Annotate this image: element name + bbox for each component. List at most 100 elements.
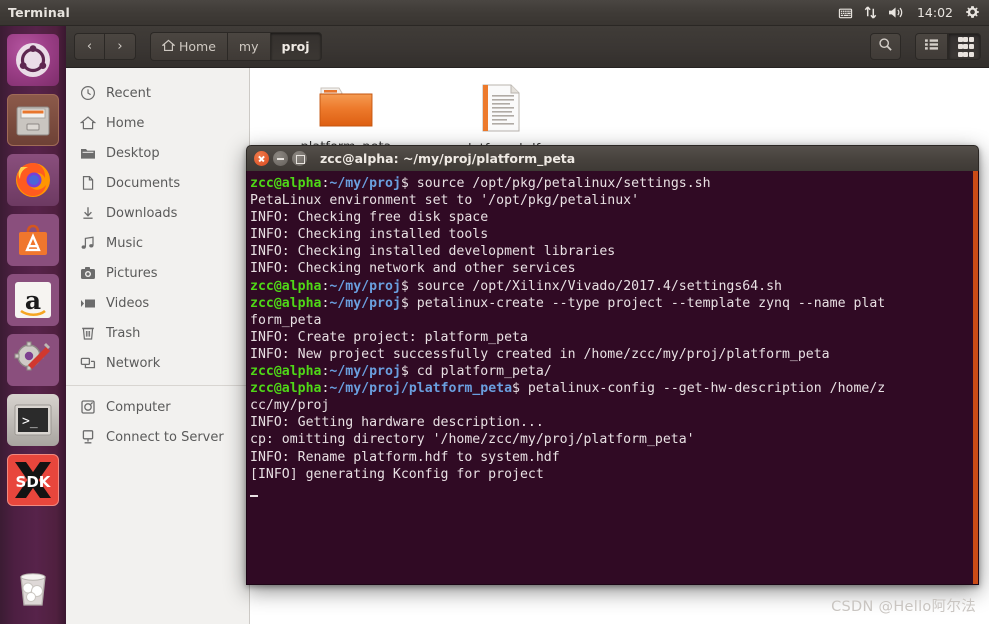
terminal-titlebar[interactable]: zcc@alpha: ~/my/proj/platform_peta: [246, 145, 979, 171]
document-icon: [475, 84, 525, 138]
sidebar-label-pictures: Pictures: [106, 265, 158, 281]
trash-icon: [79, 325, 96, 342]
unity-launcher: a >_ SDK: [0, 26, 66, 624]
sidebar-label-trash: Trash: [106, 325, 141, 341]
breadcrumb-label-home: Home: [179, 39, 216, 54]
minimize-icon[interactable]: [273, 151, 288, 166]
breadcrumb-label-proj: proj: [281, 39, 310, 54]
launcher-item-files[interactable]: [7, 94, 59, 146]
grid-view-icon: [957, 36, 974, 57]
breadcrumb-label-my: my: [238, 39, 259, 54]
breadcrumb-item-home[interactable]: Home: [150, 32, 227, 61]
sidebar-item-recent[interactable]: Recent: [66, 78, 249, 108]
file-cabinet-icon: [16, 106, 50, 136]
breadcrumb-item-my[interactable]: my: [226, 32, 270, 61]
svg-text:SDK: SDK: [16, 473, 52, 491]
terminal-body[interactable]: zcc@alpha:~/my/proj$ source /opt/pkg/pet…: [246, 171, 979, 585]
sidebar-label-home: Home: [106, 115, 145, 131]
breadcrumb-item-proj[interactable]: proj: [269, 32, 322, 61]
sidebar-item-desktop[interactable]: Desktop: [66, 138, 249, 168]
terminal-scrollbar[interactable]: [973, 171, 978, 584]
settings-tools-icon: [14, 341, 50, 371]
top-panel: Terminal 14:02: [0, 0, 989, 26]
sidebar-item-downloads[interactable]: Downloads: [66, 198, 249, 228]
sidebar-label-downloads: Downloads: [106, 205, 178, 221]
sidebar-item-music[interactable]: Music: [66, 228, 249, 258]
sidebar-label-network: Network: [106, 355, 161, 371]
software-bag-icon: [19, 224, 47, 255]
sidebar-divider: [66, 385, 249, 386]
svg-text:a: a: [25, 286, 41, 315]
clock-icon: [79, 85, 96, 102]
search-icon: [878, 37, 893, 56]
home-icon: [161, 39, 176, 55]
grid-view-button[interactable]: [948, 33, 981, 60]
terminal-output: zcc@alpha:~/my/proj$ source /opt/pkg/pet…: [250, 175, 978, 500]
trash-icon: [20, 573, 46, 606]
svg-text:>_: >_: [22, 414, 38, 429]
sidebar-item-documents[interactable]: Documents: [66, 168, 249, 198]
launcher-item-trash[interactable]: [7, 562, 59, 614]
sidebar-item-videos[interactable]: Videos: [66, 288, 249, 318]
music-icon: [79, 235, 96, 252]
sdk-icon: SDK: [12, 459, 54, 501]
launcher-item-amazon[interactable]: a: [7, 274, 59, 326]
sidebar-item-connect-to-server[interactable]: Connect to Server: [66, 422, 249, 452]
sidebar-label-recent: Recent: [106, 85, 151, 101]
forward-button[interactable]: ›: [105, 33, 136, 60]
document-icon: [79, 175, 96, 192]
maximize-icon[interactable]: [292, 151, 307, 166]
amazon-icon: a: [15, 282, 51, 318]
network-icon: [79, 355, 96, 372]
launcher-item-sdk[interactable]: SDK: [7, 454, 59, 506]
gear-icon[interactable]: [965, 5, 980, 20]
sidebar-label-connect-to-server: Connect to Server: [106, 429, 224, 445]
camera-icon: [79, 265, 96, 282]
sidebar: Recent Home Desktop Documents Downloads …: [66, 68, 250, 624]
computer-icon: [79, 399, 96, 416]
terminal-icon: >_: [14, 404, 52, 436]
video-icon: [79, 295, 96, 312]
sidebar-item-home[interactable]: Home: [66, 108, 249, 138]
sidebar-label-computer: Computer: [106, 399, 171, 415]
firefox-icon: [16, 163, 50, 197]
watermark: CSDN @Hello阿尔法: [831, 599, 976, 615]
folder-icon: [79, 145, 96, 162]
sidebar-item-network[interactable]: Network: [66, 348, 249, 378]
terminal-title-label: zcc@alpha: ~/my/proj/platform_peta: [320, 151, 576, 166]
server-icon: [79, 429, 96, 446]
sidebar-item-trash[interactable]: Trash: [66, 318, 249, 348]
launcher-item-ubuntu-dash[interactable]: [7, 34, 59, 86]
back-button[interactable]: ‹: [74, 33, 105, 60]
download-icon: [79, 205, 96, 222]
file-manager-toolbar: ‹ › Home my proj: [66, 26, 989, 68]
list-view-icon: [924, 38, 939, 55]
sidebar-item-computer[interactable]: Computer: [66, 392, 249, 422]
keyboard-icon[interactable]: [838, 5, 853, 20]
toolbar-right-group: [870, 33, 981, 60]
sidebar-label-documents: Documents: [106, 175, 181, 191]
list-view-button[interactable]: [915, 33, 948, 60]
launcher-item-system-settings[interactable]: [7, 334, 59, 386]
terminal-window: zcc@alpha: ~/my/proj/platform_peta zcc@a…: [246, 145, 979, 585]
clock-label[interactable]: 14:02: [916, 5, 954, 20]
launcher-item-software-center[interactable]: [7, 214, 59, 266]
search-button[interactable]: [870, 33, 901, 60]
panel-app-title[interactable]: Terminal: [8, 5, 70, 20]
close-icon[interactable]: [254, 151, 269, 166]
volume-icon[interactable]: [888, 5, 905, 20]
network-icon[interactable]: [864, 5, 877, 20]
breadcrumb: Home my proj: [150, 32, 322, 61]
home-icon: [79, 115, 96, 132]
folder-icon: [317, 87, 375, 136]
nav-buttons: ‹ ›: [74, 33, 136, 60]
sidebar-label-music: Music: [106, 235, 143, 251]
view-mode-group: [915, 33, 981, 60]
system-tray: 14:02: [838, 5, 989, 20]
ubuntu-logo-icon: [16, 43, 50, 77]
desktop-screen: Terminal 14:02 a >_ SDK ‹ › Home my proj…: [0, 0, 989, 624]
sidebar-label-desktop: Desktop: [106, 145, 160, 161]
sidebar-item-pictures[interactable]: Pictures: [66, 258, 249, 288]
launcher-item-terminal[interactable]: >_: [7, 394, 59, 446]
launcher-item-firefox[interactable]: [7, 154, 59, 206]
